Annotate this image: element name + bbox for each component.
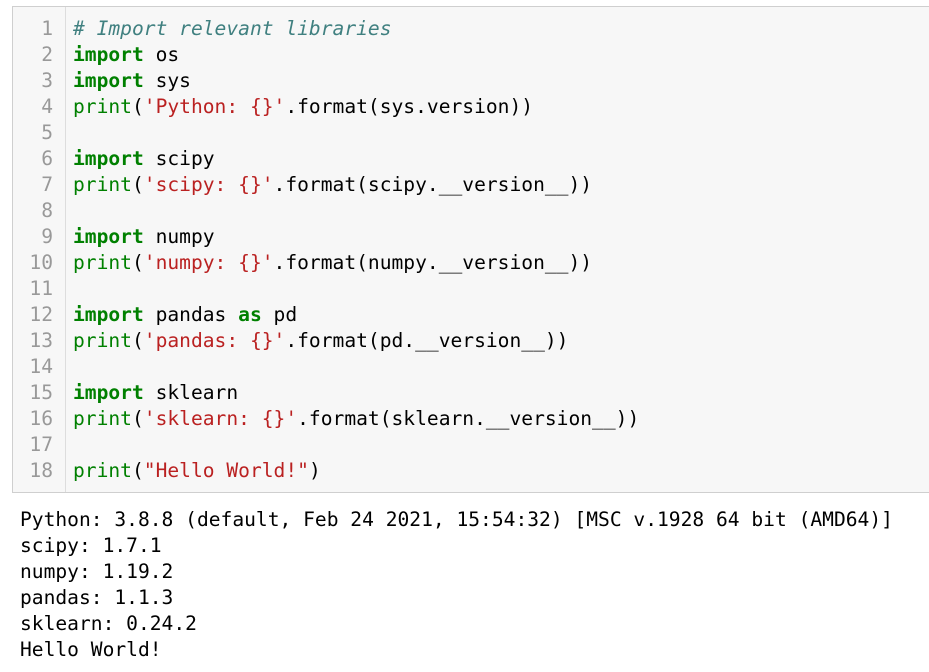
code-line[interactable]: 3 import sys — [13, 68, 929, 94]
line-number: 12 — [29, 303, 53, 326]
line-number: 4 — [41, 95, 53, 118]
code-line[interactable]: 11 — [13, 276, 929, 302]
code-line[interactable]: 12 import pandas as pd — [13, 302, 929, 328]
line-number: 17 — [29, 433, 53, 456]
code-text[interactable]: # Import relevant libraries — [73, 16, 392, 42]
code-line[interactable]: 9 import numpy — [13, 224, 929, 250]
comment-token: # Import relevant libraries — [73, 17, 392, 40]
keyword-token: import — [73, 69, 144, 92]
line-number: 7 — [41, 173, 53, 196]
code-line[interactable]: 17 — [13, 432, 929, 458]
builtin-token: print — [73, 173, 132, 196]
code-token: sklearn — [143, 381, 239, 404]
string-token: 'pandas: {}' — [143, 329, 286, 352]
code-token: pandas — [143, 303, 239, 326]
code-text[interactable]: import sys — [73, 68, 191, 94]
code-line[interactable]: 6 import scipy — [13, 146, 929, 172]
line-number: 5 — [41, 121, 53, 144]
code-line[interactable]: 4 print('Python: {}'.format(sys.version)) — [13, 94, 929, 120]
builtin-token: print — [73, 329, 132, 352]
code-token: .format(scipy.__version__)) — [273, 173, 593, 196]
line-number: 1 — [41, 17, 53, 40]
code-text[interactable]: print('scipy: {}'.format(scipy.__version… — [73, 172, 592, 198]
keyword-token: import — [73, 43, 144, 66]
builtin-token: print — [73, 407, 132, 430]
string-token: 'sklearn: {}' — [143, 407, 298, 430]
code-line[interactable]: 2 import os — [13, 42, 929, 68]
code-line[interactable]: 18 print("Hello World!") — [13, 458, 929, 484]
output-line: scipy: 1.7.1 — [20, 534, 162, 557]
code-token: ( — [131, 95, 144, 118]
code-line[interactable]: 14 — [13, 354, 929, 380]
code-token: pd — [261, 303, 298, 326]
code-text[interactable]: import numpy — [73, 224, 215, 250]
code-token: .format(pd.__version__)) — [285, 329, 569, 352]
code-line[interactable]: 13 print('pandas: {}'.format(pd.__version… — [13, 328, 929, 354]
code-cell-output: Python: 3.8.8 (default, Feb 24 2021, 15:… — [20, 507, 920, 663]
code-token: .format(numpy.__version__)) — [273, 251, 593, 274]
code-line[interactable]: 10 print('numpy: {}'.format(numpy.__versi… — [13, 250, 929, 276]
builtin-token: print — [73, 459, 132, 482]
code-cell-input[interactable]: 1 # Import relevant libraries 2 import os 3 i… — [12, 6, 929, 493]
code-text[interactable]: import pandas as pd — [73, 302, 297, 328]
output-line: pandas: 1.1.3 — [20, 586, 174, 609]
code-text[interactable]: print('numpy: {}'.format(numpy.__version… — [73, 250, 592, 276]
builtin-token: print — [73, 95, 132, 118]
code-line[interactable]: 15 import sklearn — [13, 380, 929, 406]
code-token: os — [143, 43, 180, 66]
keyword-token: import — [73, 147, 144, 170]
line-number: 6 — [41, 147, 53, 170]
output-line: numpy: 1.19.2 — [20, 560, 174, 583]
string-token: 'numpy: {}' — [143, 251, 274, 274]
output-line: sklearn: 0.24.2 — [20, 612, 197, 635]
string-token: "Hello World!" — [143, 459, 309, 482]
code-text[interactable]: import sklearn — [73, 380, 238, 406]
keyword-token: import — [73, 303, 144, 326]
line-number: 11 — [29, 277, 53, 300]
code-token: scipy — [143, 147, 215, 170]
line-number: 16 — [29, 407, 53, 430]
code-text[interactable]: print('pandas: {}'.format(pd.__version__… — [73, 328, 568, 354]
line-number: 10 — [29, 251, 53, 274]
code-token: sys — [143, 69, 191, 92]
keyword-token: import — [73, 381, 144, 404]
code-token: numpy — [143, 225, 215, 248]
code-token: ( — [131, 173, 144, 196]
code-line[interactable]: 1 # Import relevant libraries — [13, 16, 929, 42]
line-number: 15 — [29, 381, 53, 404]
code-token: ( — [131, 329, 144, 352]
code-text[interactable]: import scipy — [73, 146, 215, 172]
line-number: 8 — [41, 199, 53, 222]
keyword-token: as — [238, 303, 262, 326]
code-token: ) — [308, 459, 321, 482]
code-text[interactable]: print("Hello World!") — [73, 458, 321, 484]
code-token: .format(sys.version)) — [285, 95, 534, 118]
line-number: 18 — [29, 459, 53, 482]
keyword-token: import — [73, 225, 144, 248]
code-text[interactable]: import os — [73, 42, 179, 68]
code-line[interactable]: 16 print('sklearn: {}'.format(sklearn.__v… — [13, 406, 929, 432]
code-text[interactable]: print('Python: {}'.format(sys.version)) — [73, 94, 533, 120]
code-line[interactable]: 7 print('scipy: {}'.format(scipy.__versio… — [13, 172, 929, 198]
builtin-token: print — [73, 251, 132, 274]
line-number: 13 — [29, 329, 53, 352]
line-number: 2 — [41, 43, 53, 66]
line-number: 9 — [41, 225, 53, 248]
line-number: 14 — [29, 355, 53, 378]
string-token: 'scipy: {}' — [143, 173, 274, 196]
code-token: ( — [131, 459, 144, 482]
code-token: ( — [131, 251, 144, 274]
output-line: Python: 3.8.8 (default, Feb 24 2021, 15:… — [20, 508, 893, 531]
code-line[interactable]: 5 — [13, 120, 929, 146]
code-text[interactable]: print('sklearn: {}'.format(sklearn.__ver… — [73, 406, 639, 432]
code-line[interactable]: 8 — [13, 198, 929, 224]
code-token: ( — [131, 407, 144, 430]
code-token: .format(sklearn.__version__)) — [297, 407, 640, 430]
line-number: 3 — [41, 69, 53, 92]
output-line: Hello World! — [20, 638, 162, 661]
string-token: 'Python: {}' — [143, 95, 286, 118]
